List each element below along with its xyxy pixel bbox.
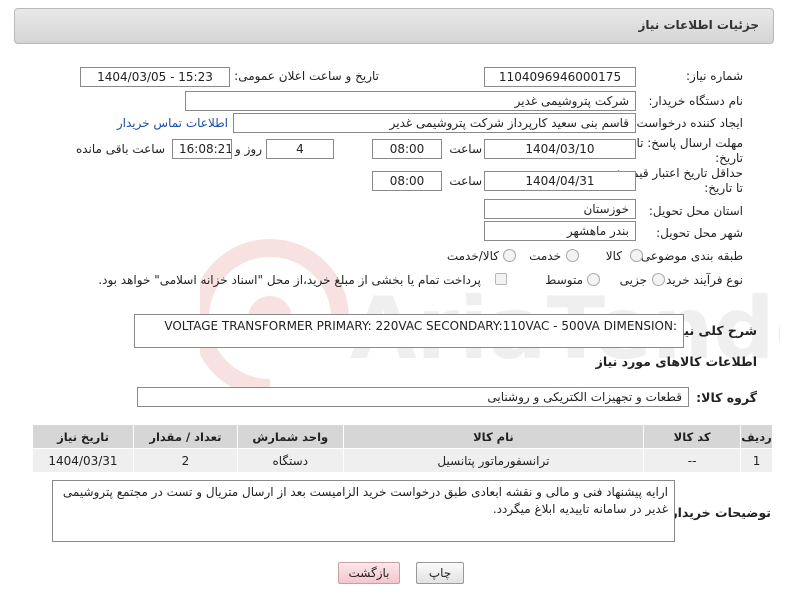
process-radio-minor[interactable] bbox=[652, 273, 665, 286]
cell-item-code: -- bbox=[643, 448, 742, 473]
goods-section-title: اطلاعات کالاهای مورد نیاز bbox=[595, 354, 757, 369]
creator-label: ایجاد کننده درخواست: bbox=[632, 116, 743, 130]
process-option-minor: جزیی bbox=[619, 273, 647, 287]
process-type-label: نوع فرآیند خرید : bbox=[658, 273, 743, 287]
cell-quantity: 2 bbox=[132, 448, 238, 473]
category-radio-service[interactable] bbox=[566, 249, 579, 262]
cell-need-date: 1404/03/31 bbox=[32, 448, 134, 473]
col-item-name: نام کالا bbox=[342, 424, 645, 449]
price-validity-date: 1404/04/31 bbox=[484, 171, 636, 191]
creator-field: قاسم بنی سعید کارپرداز شرکت پتروشیمی غدی… bbox=[233, 113, 636, 133]
process-radio-medium[interactable] bbox=[587, 273, 600, 286]
cell-item-name: ترانسفورماتور پتانسیل bbox=[342, 448, 645, 473]
price-validity-time: 08:00 bbox=[372, 171, 442, 191]
category-radio-goods-service[interactable] bbox=[503, 249, 516, 262]
table-row: 1 -- ترانسفورماتور پتانسیل دستگاه 2 1404… bbox=[32, 448, 773, 473]
category-radio-goods[interactable] bbox=[630, 249, 643, 262]
buyer-org-label: نام دستگاه خریدار: bbox=[648, 94, 744, 108]
goods-group-field: قطعات و تجهیزات الکتریکی و روشنایی bbox=[137, 387, 689, 407]
delivery-province-label: استان محل تحویل: bbox=[648, 204, 743, 218]
goods-table: ردیف کد کالا نام کالا واحد شمارش تعداد /… bbox=[32, 424, 773, 473]
general-desc-field: VOLTAGE TRANSFORMER PRIMARY: 220VAC SECO… bbox=[134, 314, 684, 348]
cell-unit: دستگاه bbox=[236, 448, 344, 473]
buyer-notes-text: ارایه پیشنهاد فنی و مالی و نقشه ابعادی ط… bbox=[62, 485, 668, 516]
back-button[interactable]: بازگشت bbox=[338, 562, 400, 584]
reply-deadline-time: 08:00 bbox=[372, 139, 442, 159]
remaining-time: 16:08:21 bbox=[172, 139, 232, 159]
announce-datetime-field: 1404/03/05 - 15:23 bbox=[80, 67, 230, 87]
delivery-city-field: بندر ماهشهر bbox=[484, 221, 636, 241]
category-option-goods: کالا bbox=[605, 249, 622, 263]
goods-group-label: گروه کالا: bbox=[696, 390, 757, 405]
col-quantity: تعداد / مقدار bbox=[132, 424, 238, 449]
category-label: طبقه بندی موضوعی: bbox=[636, 249, 743, 263]
process-option-medium: متوسط bbox=[545, 273, 583, 287]
remaining-time-label: ساعت باقی مانده bbox=[75, 142, 165, 156]
print-button[interactable]: چاپ bbox=[416, 562, 464, 584]
buyer-contact-link[interactable]: اطلاعات تماس خریدار bbox=[117, 116, 228, 130]
general-desc-text: VOLTAGE TRANSFORMER PRIMARY: 220VAC SECO… bbox=[164, 319, 677, 333]
reply-deadline-date: 1404/03/10 bbox=[484, 139, 636, 159]
buyer-notes-label: توضیحات خریدار: bbox=[665, 505, 771, 520]
delivery-province-field: خوزستان bbox=[484, 199, 636, 219]
need-number-label: شماره نیاز: bbox=[686, 69, 743, 83]
col-row-number: ردیف bbox=[740, 424, 773, 449]
goods-table-header: ردیف کد کالا نام کالا واحد شمارش تعداد /… bbox=[32, 424, 773, 449]
col-need-date: تاریخ نیاز bbox=[32, 424, 134, 449]
col-unit: واحد شمارش bbox=[236, 424, 344, 449]
buyer-notes-field: ارایه پیشنهاد فنی و مالی و نقشه ابعادی ط… bbox=[52, 480, 675, 542]
delivery-city-label: شهر محل تحویل: bbox=[656, 226, 743, 240]
header-panel: جزئیات اطلاعات نیاز bbox=[14, 8, 774, 44]
page-title: جزئیات اطلاعات نیاز bbox=[638, 18, 759, 32]
announce-datetime-label: تاریخ و ساعت اعلان عمومی: bbox=[234, 69, 379, 83]
treasury-payment-checkbox[interactable] bbox=[495, 273, 507, 285]
need-number-field: 1104096946000175 bbox=[484, 67, 636, 87]
cell-row-number: 1 bbox=[740, 448, 773, 473]
buyer-org-field: شرکت پتروشیمی غدیر bbox=[185, 91, 636, 111]
category-option-service: خدمت bbox=[529, 249, 561, 263]
reply-deadline-label: مهلت ارسال پاسخ: تا تاریخ: bbox=[636, 136, 743, 165]
category-option-goods-service: کالا/خدمت bbox=[446, 249, 499, 263]
validity-time-label: ساعت bbox=[449, 174, 482, 188]
remaining-days: 4 bbox=[266, 139, 334, 159]
col-item-code: کد کالا bbox=[643, 424, 742, 449]
days-label: روز و bbox=[235, 142, 262, 156]
reply-time-label: ساعت bbox=[449, 142, 482, 156]
treasury-payment-note: پرداخت تمام یا بخشی از مبلغ خرید،از محل … bbox=[98, 273, 481, 287]
